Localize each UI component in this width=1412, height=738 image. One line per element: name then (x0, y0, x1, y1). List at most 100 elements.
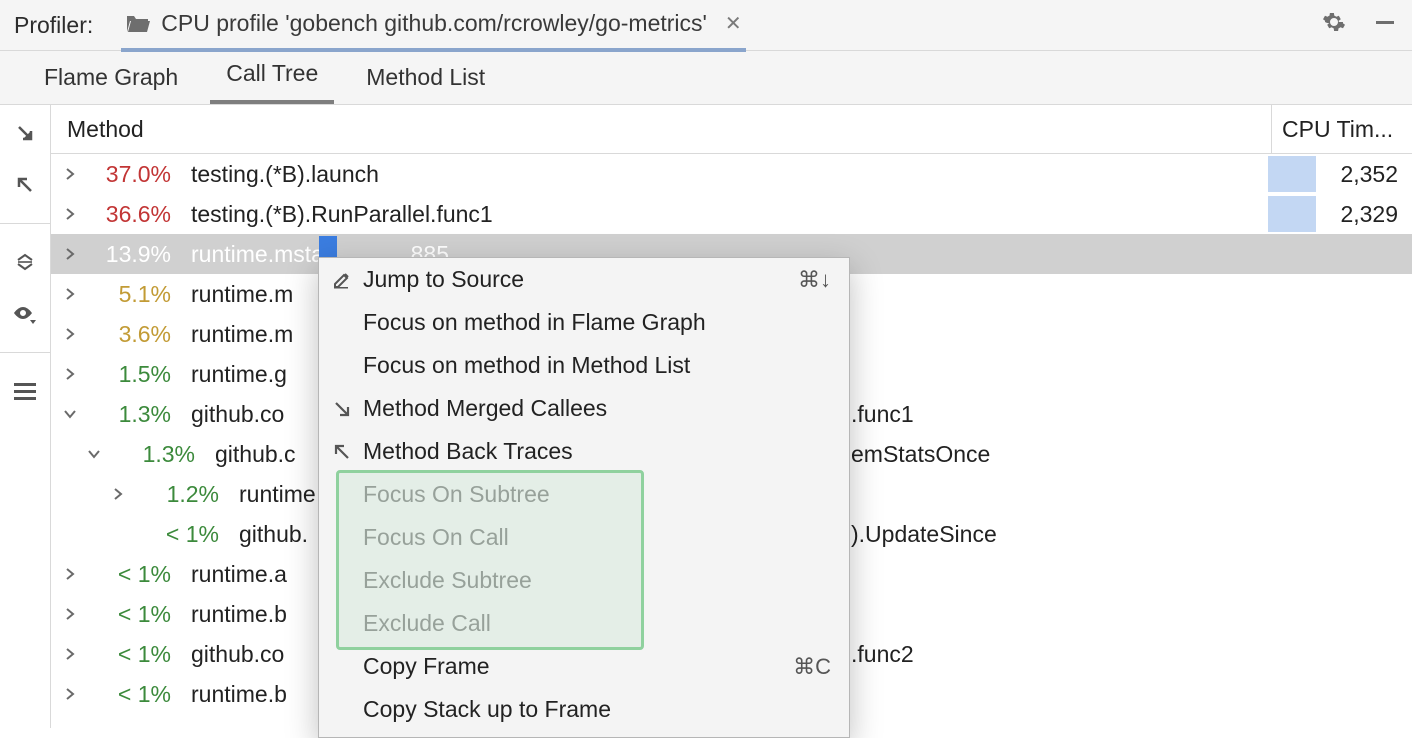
method-name: github. (239, 521, 319, 548)
percent-value: 1.3% (105, 441, 195, 468)
gutter-toolbar (0, 105, 51, 728)
menu-shortcut: ⌘↓ (798, 267, 831, 293)
percent-value: < 1% (81, 561, 171, 588)
menu-label: Jump to Source (357, 266, 798, 293)
percent-value: 1.5% (81, 361, 171, 388)
menu-focus-flame-graph[interactable]: Focus on method in Flame Graph (319, 301, 849, 344)
cpu-bar (1268, 156, 1316, 192)
method-name-suffix: .func1 (849, 401, 924, 428)
arrow-down-right-icon (327, 400, 357, 418)
menu-label: Exclude Subtree (357, 567, 831, 594)
percent-value: < 1% (81, 601, 171, 628)
collapse-icon[interactable] (9, 246, 41, 278)
menu-copy-frame[interactable]: Copy Frame ⌘C (319, 645, 849, 688)
document-tab[interactable]: CPU profile 'gobench github.com/rcrowley… (121, 0, 745, 52)
method-name: github.co (191, 401, 319, 428)
menu-exclude-call[interactable]: Exclude Call (319, 602, 849, 645)
chevron-right-icon[interactable] (59, 207, 81, 221)
method-name-suffix: ).UpdateSince (849, 521, 1007, 548)
menu-jump-to-source[interactable]: Jump to Source ⌘↓ (319, 258, 849, 301)
tab-method-list[interactable]: Method List (350, 51, 501, 104)
chevron-right-icon[interactable] (59, 687, 81, 701)
method-name: runtime (239, 481, 319, 508)
tab-call-tree[interactable]: Call Tree (210, 47, 334, 104)
menu-copy-stack[interactable]: Copy Stack up to Frame (319, 688, 849, 731)
percent-value: 37.0% (81, 161, 171, 188)
gutter-divider (0, 223, 50, 224)
method-name-suffix: .func2 (849, 641, 924, 668)
context-menu: Jump to Source ⌘↓ Focus on method in Fla… (318, 257, 850, 738)
percent-value: 5.1% (81, 281, 171, 308)
subtabs-bar: Flame Graph Call Tree Method List (0, 51, 1412, 105)
tab-flame-graph[interactable]: Flame Graph (28, 51, 194, 104)
column-header-cpu-time[interactable]: CPU Tim... (1271, 105, 1412, 153)
chevron-down-icon[interactable] (59, 408, 81, 420)
edit-icon (327, 270, 357, 290)
method-name: runtime.m (191, 321, 319, 348)
profiler-label: Profiler: (14, 12, 93, 39)
cpu-value: 2,352 (1340, 161, 1398, 188)
cpu-time-cell: 2,329 (1268, 194, 1412, 234)
menu-label: Focus on method in Flame Graph (357, 309, 831, 336)
document-title: CPU profile 'gobench github.com/rcrowley… (161, 10, 707, 37)
tree-row[interactable]: 36.6% testing.(*B).RunParallel.func1 2,329 (51, 194, 1412, 234)
menu-label: Focus On Call (357, 524, 831, 551)
eye-settings-icon[interactable] (9, 298, 41, 330)
method-name: github.c (215, 441, 319, 468)
chevron-right-icon[interactable] (59, 327, 81, 341)
menu-merged-callees[interactable]: Method Merged Callees (319, 387, 849, 430)
method-name: testing.(*B).launch (191, 161, 1268, 188)
arrow-down-right-icon[interactable] (9, 117, 41, 149)
menu-label: Method Back Traces (357, 438, 831, 465)
menu-label: Exclude Call (357, 610, 831, 637)
arrow-up-left-icon[interactable] (9, 169, 41, 201)
profiler-topbar: Profiler: CPU profile 'gobench github.co… (0, 0, 1412, 51)
menu-focus-method-list[interactable]: Focus on method in Method List (319, 344, 849, 387)
menu-label: Method Merged Callees (357, 395, 831, 422)
chevron-right-icon[interactable] (107, 487, 129, 501)
percent-value: 1.2% (129, 481, 219, 508)
method-name: runtime.m (191, 281, 319, 308)
gear-icon[interactable] (1322, 10, 1346, 40)
menu-lines-icon[interactable] (9, 375, 41, 407)
percent-value: 1.3% (81, 401, 171, 428)
chevron-right-icon[interactable] (59, 367, 81, 381)
menu-label: Focus On Subtree (357, 481, 831, 508)
chevron-right-icon[interactable] (59, 647, 81, 661)
menu-label: Focus on method in Method List (357, 352, 831, 379)
method-name: github.co (191, 641, 319, 668)
percent-value: 13.9% (81, 241, 171, 268)
chevron-right-icon[interactable] (59, 607, 81, 621)
method-name: runtime.mstart (191, 241, 319, 268)
percent-value: < 1% (81, 641, 171, 668)
method-name: runtime.a (191, 561, 319, 588)
cpu-time-cell: 2,352 (1268, 154, 1412, 194)
percent-value: < 1% (129, 521, 219, 548)
percent-value: < 1% (81, 681, 171, 708)
method-name: runtime.b (191, 681, 319, 708)
menu-exclude-subtree[interactable]: Exclude Subtree (319, 559, 849, 602)
menu-label: Copy Stack up to Frame (357, 696, 831, 723)
tree-row[interactable]: 37.0% testing.(*B).launch 2,352 (51, 154, 1412, 194)
percent-value: 36.6% (81, 201, 171, 228)
chevron-right-icon[interactable] (59, 167, 81, 181)
method-name-suffix: emStatsOnce (849, 441, 1000, 468)
minimize-icon[interactable] (1374, 11, 1396, 39)
chevron-down-icon[interactable] (83, 448, 105, 460)
method-name: testing.(*B).RunParallel.func1 (191, 201, 1268, 228)
cpu-bar (1268, 196, 1316, 232)
tree-header-row: Method CPU Tim... (51, 105, 1412, 154)
arrow-up-left-icon (327, 443, 357, 461)
chevron-right-icon[interactable] (59, 287, 81, 301)
method-name: runtime.g (191, 361, 319, 388)
menu-focus-call[interactable]: Focus On Call (319, 516, 849, 559)
close-icon[interactable]: ✕ (725, 11, 742, 36)
cpu-value: 2,329 (1340, 201, 1398, 228)
menu-back-traces[interactable]: Method Back Traces (319, 430, 849, 473)
chevron-right-icon[interactable] (59, 567, 81, 581)
method-name: runtime.b (191, 601, 319, 628)
menu-focus-subtree[interactable]: Focus On Subtree (319, 473, 849, 516)
column-header-method[interactable]: Method (51, 116, 1271, 143)
menu-shortcut: ⌘C (793, 654, 831, 680)
chevron-right-icon[interactable] (59, 247, 81, 261)
